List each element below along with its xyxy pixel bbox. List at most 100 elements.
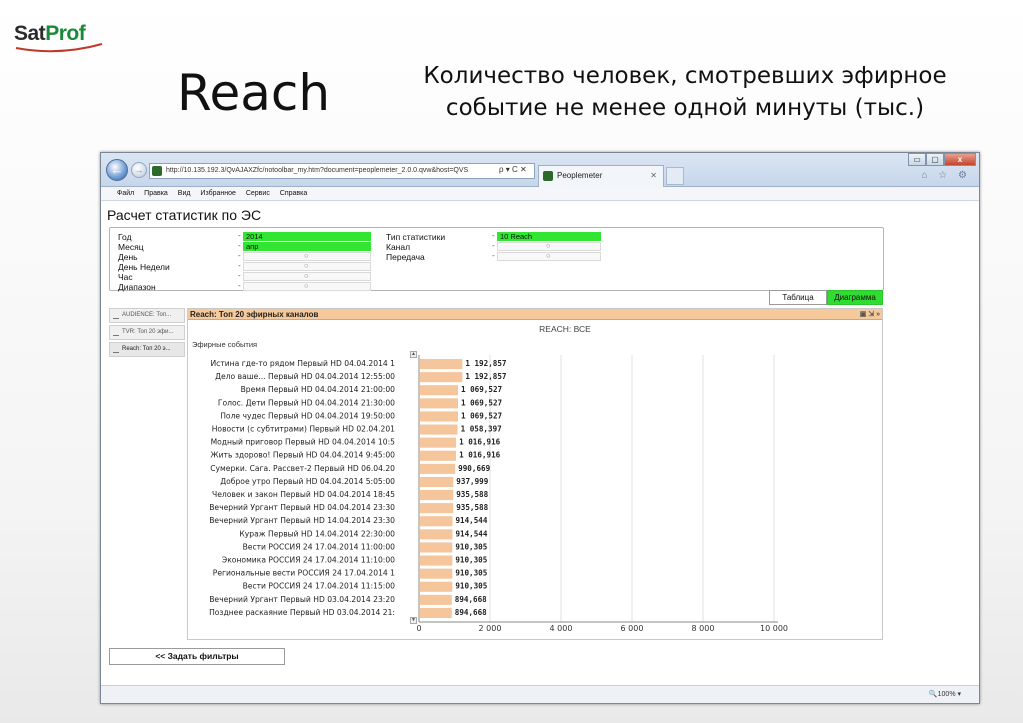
category-label: Модный приговор Первый HD 04.04.2014 10:…: [211, 438, 396, 447]
bar: [420, 607, 452, 618]
maximize-button[interactable]: ▢: [926, 153, 944, 166]
menu-help[interactable]: Справка: [280, 190, 307, 197]
sidetab-label: TVR: Топ 20 эфи...: [122, 329, 174, 335]
bar: [420, 516, 453, 527]
data-label: 1 016,916: [459, 438, 501, 447]
category-label: Позднее раскаяние Первый HD 03.04.2014 2…: [209, 608, 395, 617]
menu-edit[interactable]: Правка: [144, 190, 168, 197]
bar: [420, 503, 454, 514]
category-label: Поле чудес Первый HD 04.04.2014 19:50:00: [220, 411, 395, 420]
x-tick-label: 4 000: [550, 624, 573, 633]
zoom-control[interactable]: 🔍100% ▾: [929, 690, 961, 698]
menu-file[interactable]: Файл: [117, 190, 134, 197]
filter-hour-listbox[interactable]: ○: [243, 272, 371, 281]
filter-day-listbox[interactable]: ○: [243, 252, 371, 261]
filter-dash: -: [238, 271, 241, 280]
panel-tools-icons[interactable]: ▣ ⇲ »: [860, 309, 880, 320]
data-label: 1 069,527: [461, 398, 502, 407]
filter-label-month: Месяц: [118, 242, 144, 252]
empty-value: ○: [304, 251, 309, 260]
data-label: 1 016,916: [459, 451, 501, 460]
bar: [420, 450, 457, 461]
data-label: 990,669: [458, 464, 490, 473]
close-button[interactable]: x: [944, 153, 976, 166]
filter-label-weekday: День Недели: [118, 262, 170, 272]
home-favorites-settings-icons[interactable]: ⌂ ☆ ⚙: [921, 170, 971, 181]
filter-month-listbox[interactable]: апр: [243, 242, 371, 251]
window-controls: ▭ ▢ x: [908, 153, 976, 171]
filter-program-listbox[interactable]: ○: [497, 252, 601, 261]
page-title: Расчет статистик по ЭС: [107, 207, 262, 223]
menu-view[interactable]: Вид: [178, 190, 191, 197]
data-label: 910,305: [455, 542, 487, 551]
filter-dash: -: [238, 281, 241, 290]
sidetab-audience[interactable]: AUDIENCE: Топ...: [109, 308, 185, 323]
filter-label-program: Передача: [386, 252, 425, 262]
browser-window: ← → http://10.135.192.3/QvAJAXZfc/notool…: [100, 152, 980, 704]
site-icon: [152, 166, 162, 176]
filter-weekday-listbox[interactable]: ○: [243, 262, 371, 271]
category-label: Время Первый HD 04.04.2014 21:00:00: [241, 385, 396, 394]
menu-bar: Файл Правка Вид Избранное Сервис Справка: [101, 187, 979, 201]
x-tick-label: 8 000: [692, 624, 715, 633]
address-bar[interactable]: http://10.135.192.3/QvAJAXZfc/notoolbar_…: [149, 163, 535, 179]
filter-channel-listbox[interactable]: ○: [497, 242, 601, 251]
new-tab-button[interactable]: [666, 167, 684, 185]
chart-panel-title: Reach: Топ 20 эфирных каналов: [190, 310, 319, 319]
forward-button[interactable]: →: [131, 162, 147, 178]
sidetab-reach[interactable]: Reach: Топ 20 э...: [109, 342, 185, 357]
category-label: Региональные вести РОССИЯ 24 17.04.2014 …: [213, 569, 395, 578]
logo-swoosh-icon: [15, 43, 103, 53]
bar: [420, 411, 458, 422]
category-label: Дело ваше... Первый HD 04.04.2014 12:55:…: [215, 372, 395, 381]
x-tick-label: 10 000: [760, 624, 788, 633]
set-filters-button[interactable]: << Задать фильтры: [109, 648, 285, 665]
bar: [420, 359, 463, 370]
x-tick-label: 6 000: [621, 624, 644, 633]
data-label: 935,588: [456, 490, 488, 499]
filter-stat-type-listbox[interactable]: 10 Reach: [497, 232, 601, 241]
category-label: Вечерний Ургант Первый HD 14.04.2014 23:…: [209, 516, 395, 525]
slide-subtitle: Количество человек, смотревших эфирное с…: [423, 63, 947, 121]
bar-chart-icon: [113, 313, 119, 319]
table-view-button[interactable]: Таблица: [769, 290, 827, 305]
chart-view-button[interactable]: Диаграмма: [827, 290, 883, 305]
bar: [420, 542, 453, 553]
menu-tools[interactable]: Сервис: [246, 190, 270, 197]
bar: [420, 555, 453, 566]
bar: [420, 424, 458, 435]
filter-panel: Год - 2014 Месяц - апр День - ○ День Нед…: [109, 227, 884, 292]
bar: [420, 398, 458, 409]
minimize-button[interactable]: ▭: [908, 153, 926, 166]
filter-label-day: День: [118, 252, 138, 262]
category-label: Сумерки. Сага. Рассвет-2 Первый HD 06.04…: [210, 464, 395, 473]
data-label: 894,668: [455, 608, 487, 617]
filter-year-listbox[interactable]: 2014: [243, 232, 371, 241]
data-label: 910,305: [455, 582, 487, 591]
tab-close-icon[interactable]: ✕: [650, 166, 657, 186]
category-label: Вести РОССИЯ 24 17.04.2014 11:00:00: [243, 542, 396, 551]
bar: [420, 581, 453, 592]
menu-favorites[interactable]: Избранное: [200, 190, 235, 197]
slide-title: Reach: [177, 64, 331, 122]
category-label: Вести РОССИЯ 24 17.04.2014 11:15:00: [243, 582, 396, 591]
filter-dash: -: [238, 231, 241, 240]
reach-bar-chart: 0 2 000 4 000 6 000 8 000 10 000 Истина где-то…: [209, 355, 788, 633]
category-label: Голос. Дети Первый HD 04.04.2014 21:30:0…: [218, 398, 395, 407]
bar: [420, 476, 454, 487]
category-label: Экономика РОССИЯ 24 17.04.2014 11:10:00: [222, 556, 395, 565]
filter-dash: -: [492, 231, 495, 240]
status-bar: 🔍100% ▾: [101, 685, 979, 703]
category-label: Истина где-то рядом Первый HD 04.04.2014…: [210, 359, 395, 368]
sidetab-tvr[interactable]: TVR: Топ 20 эфи...: [109, 325, 185, 340]
data-label: 1 069,527: [461, 385, 502, 394]
data-label: 1 058,397: [461, 425, 502, 434]
address-controls[interactable]: ρ ▾ C ✕: [499, 163, 527, 177]
filter-label-hour: Час: [118, 272, 133, 282]
bar: [420, 463, 456, 474]
data-label: 935,588: [456, 503, 488, 512]
data-label: 937,999: [456, 477, 488, 486]
back-button[interactable]: ←: [106, 159, 128, 181]
tab-peoplemeter[interactable]: Peoplemeter ✕: [538, 165, 664, 187]
filter-range-listbox[interactable]: ○: [243, 282, 371, 291]
